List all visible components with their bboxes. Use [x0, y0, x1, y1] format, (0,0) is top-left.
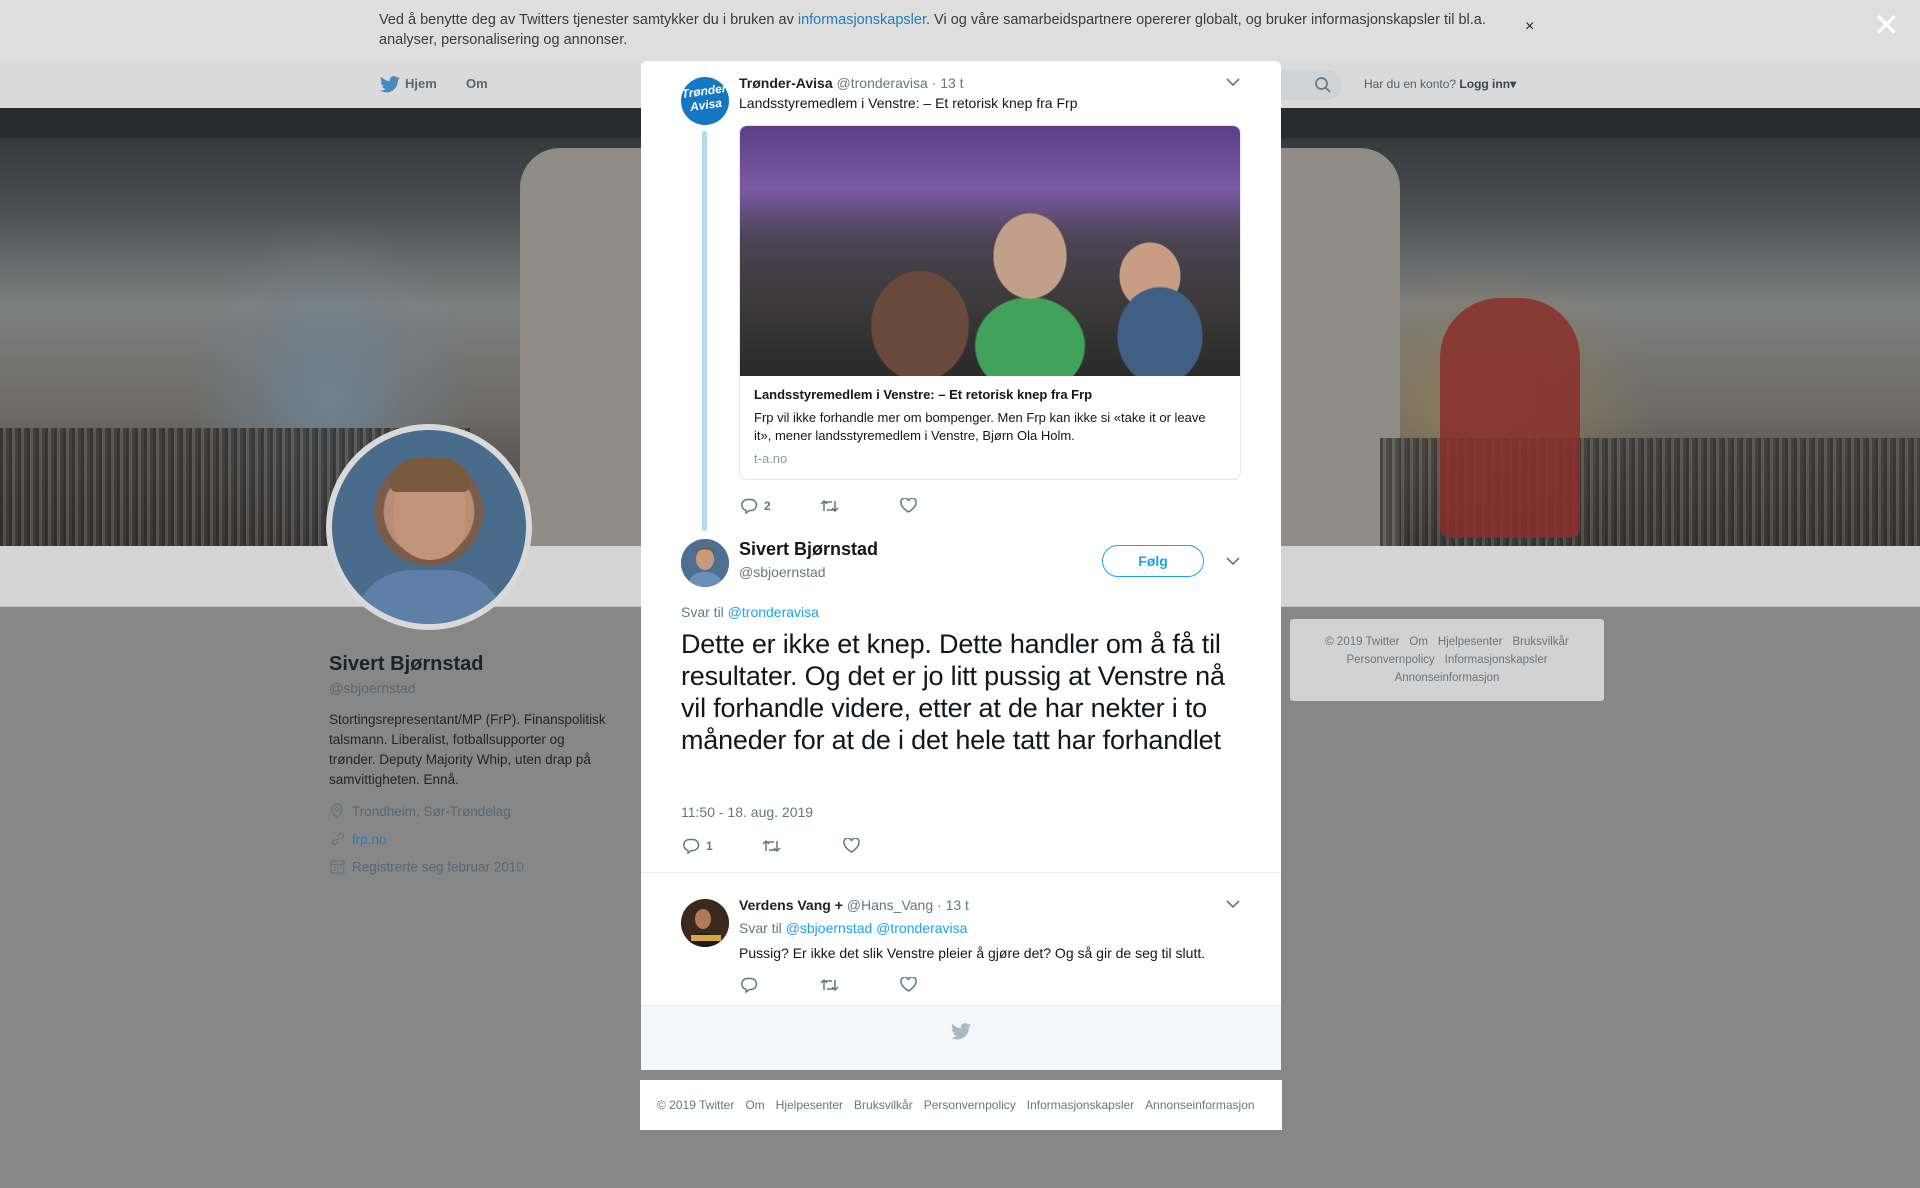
- page-footer: © 2019 Twitter Om Hjelpesenter Bruksvilkår P…: [640, 1080, 1282, 1130]
- footer-link[interactable]: Bruksvilkår: [854, 1098, 913, 1112]
- twitter-bird-icon[interactable]: [380, 76, 400, 98]
- link-preview-domain: t-a.no: [754, 451, 788, 466]
- tweet-author-handle[interactable]: @sbjoernstad: [739, 564, 826, 580]
- like-button[interactable]: [843, 837, 860, 854]
- retweet-button[interactable]: [762, 838, 781, 853]
- chevron-down-icon[interactable]: [1226, 76, 1240, 90]
- reply-context: Svar til @tronderavisa: [681, 604, 819, 620]
- reply-button[interactable]: [741, 977, 758, 994]
- tweet-author-avatar[interactable]: [681, 539, 729, 587]
- cookie-info-link[interactable]: informasjonskapsler: [798, 12, 926, 28]
- retweet-button[interactable]: [820, 498, 839, 513]
- chevron-down-icon[interactable]: ▾: [1510, 77, 1516, 91]
- reply-icon: [741, 977, 758, 994]
- tweet-author-name[interactable]: Sivert Bjørnstad: [739, 539, 878, 560]
- tweet-author-avatar[interactable]: [681, 899, 729, 947]
- tweet-header: Verdens Vang + @Hans_Vang · 13 t: [739, 897, 969, 913]
- login-link[interactable]: Logg inn: [1459, 77, 1510, 91]
- close-icon[interactable]: ✕: [1873, 9, 1900, 41]
- twitter-bird-icon: [951, 1023, 971, 1045]
- profile-joined-date: Registrerte seg februar 2010: [330, 859, 524, 877]
- like-button[interactable]: [900, 976, 917, 993]
- link-preview-image[interactable]: [740, 126, 1240, 376]
- cookie-consent-text: Ved å benytte deg av Twitters tjenester …: [379, 12, 1486, 48]
- heart-icon: [900, 976, 917, 993]
- footer-link[interactable]: Annonseinformasjon: [1395, 672, 1500, 684]
- retweet-icon: [820, 978, 839, 991]
- profile-handle[interactable]: @sbjoernstad: [329, 680, 416, 696]
- footer-link[interactable]: Informasjonskapsler: [1027, 1098, 1134, 1112]
- footer-link[interactable]: Hjelpesenter: [1438, 636, 1503, 648]
- heart-icon: [900, 497, 917, 514]
- tweet-author-name[interactable]: Trønder-Avisa: [739, 75, 833, 91]
- tweet-author-handle[interactable]: @tronderavisa: [837, 75, 928, 91]
- retweet-icon: [820, 499, 839, 512]
- search-icon[interactable]: [1314, 76, 1332, 99]
- footer-link[interactable]: Personvernpolicy: [1346, 654, 1434, 666]
- profile-url: frp.no: [330, 831, 387, 850]
- reply-context: Svar til @sbjoernstad @tronderavisa: [739, 920, 968, 936]
- footer-link[interactable]: © 2019 Twitter: [657, 1098, 734, 1112]
- footer-link[interactable]: Hjelpesenter: [776, 1098, 843, 1112]
- cookie-close-button[interactable]: ×: [1525, 18, 1534, 36]
- profile-location: Trondheim, Sør-Trøndelag: [330, 803, 511, 822]
- reply-icon: [741, 498, 758, 515]
- link-icon: [330, 831, 348, 850]
- reply-button[interactable]: 1: [683, 838, 713, 855]
- divider: [641, 872, 1281, 873]
- tweet-author-avatar[interactable]: Trønder Avisa: [681, 77, 729, 125]
- profile-name[interactable]: Sivert Bjørnstad: [329, 653, 483, 676]
- tweet-author-handle[interactable]: @Hans_Vang: [847, 897, 933, 913]
- profile-website-link[interactable]: frp.no: [352, 832, 387, 847]
- footer-link[interactable]: © 2019 Twitter: [1325, 636, 1399, 648]
- tweet-author-name[interactable]: Verdens Vang +: [739, 897, 843, 913]
- mention-link[interactable]: @tronderavisa: [876, 920, 967, 936]
- chevron-down-icon[interactable]: [1226, 898, 1240, 912]
- reply-count: 2: [764, 499, 771, 513]
- retweet-button[interactable]: [820, 977, 839, 992]
- tweet-timestamp[interactable]: 11:50 - 18. aug. 2019: [681, 804, 813, 820]
- heart-icon: [843, 837, 860, 854]
- nav-home-link[interactable]: Hjem: [405, 76, 437, 91]
- tweet-timestamp[interactable]: · 13 t: [932, 75, 964, 91]
- mention-link[interactable]: @tronderavisa: [728, 604, 819, 620]
- tweet-timestamp[interactable]: · 13 t: [937, 897, 969, 913]
- reply-count: 1: [706, 839, 713, 853]
- mention-link[interactable]: @sbjoernstad: [786, 920, 873, 936]
- footer-link[interactable]: Om: [745, 1098, 764, 1112]
- follow-button[interactable]: Følg: [1102, 545, 1204, 577]
- reply-button[interactable]: 2: [741, 498, 771, 515]
- retweet-icon: [762, 839, 781, 852]
- link-preview-card[interactable]: Landsstyremedlem i Venstre: – Et retoris…: [739, 125, 1241, 480]
- profile-bio: Stortingsrepresentant/MP (FrP). Finanspo…: [329, 712, 606, 787]
- link-preview-title: Landsstyremedlem i Venstre: – Et retoris…: [754, 387, 1093, 402]
- location-pin-icon: [330, 803, 348, 822]
- nav-about-link[interactable]: Om: [466, 76, 488, 91]
- like-button[interactable]: [900, 497, 917, 514]
- footer-link[interactable]: Informasjonskapsler: [1445, 654, 1548, 666]
- side-footer: © 2019 Twitter Om Hjelpesenter Bruksvilkår …: [1290, 619, 1604, 701]
- calendar-icon: [330, 859, 348, 877]
- footer-link[interactable]: Om: [1409, 636, 1428, 648]
- reply-icon: [683, 838, 700, 855]
- footer-link[interactable]: Personvernpolicy: [924, 1098, 1016, 1112]
- profile-avatar[interactable]: [326, 424, 532, 630]
- footer-link[interactable]: Annonseinformasjon: [1145, 1098, 1254, 1112]
- account-prompt: Har du en konto? Logg inn▾: [1364, 77, 1517, 91]
- footer-link[interactable]: Bruksvilkår: [1512, 636, 1568, 648]
- chevron-down-icon[interactable]: [1226, 555, 1240, 569]
- thread-connector: [702, 131, 707, 531]
- tweet-text: Dette er ikke et knep. Dette handler om …: [681, 629, 1225, 755]
- link-preview-description: Frp vil ikke forhandle mer om bompenger.…: [754, 410, 1206, 443]
- tweet-header: Trønder-Avisa @tronderavisa · 13 t: [739, 75, 964, 91]
- tweet-text: Landsstyremedlem i Venstre: – Et retoris…: [739, 95, 1078, 111]
- tweet-text: Pussig? Er ikke det slik Venstre pleier …: [739, 945, 1206, 961]
